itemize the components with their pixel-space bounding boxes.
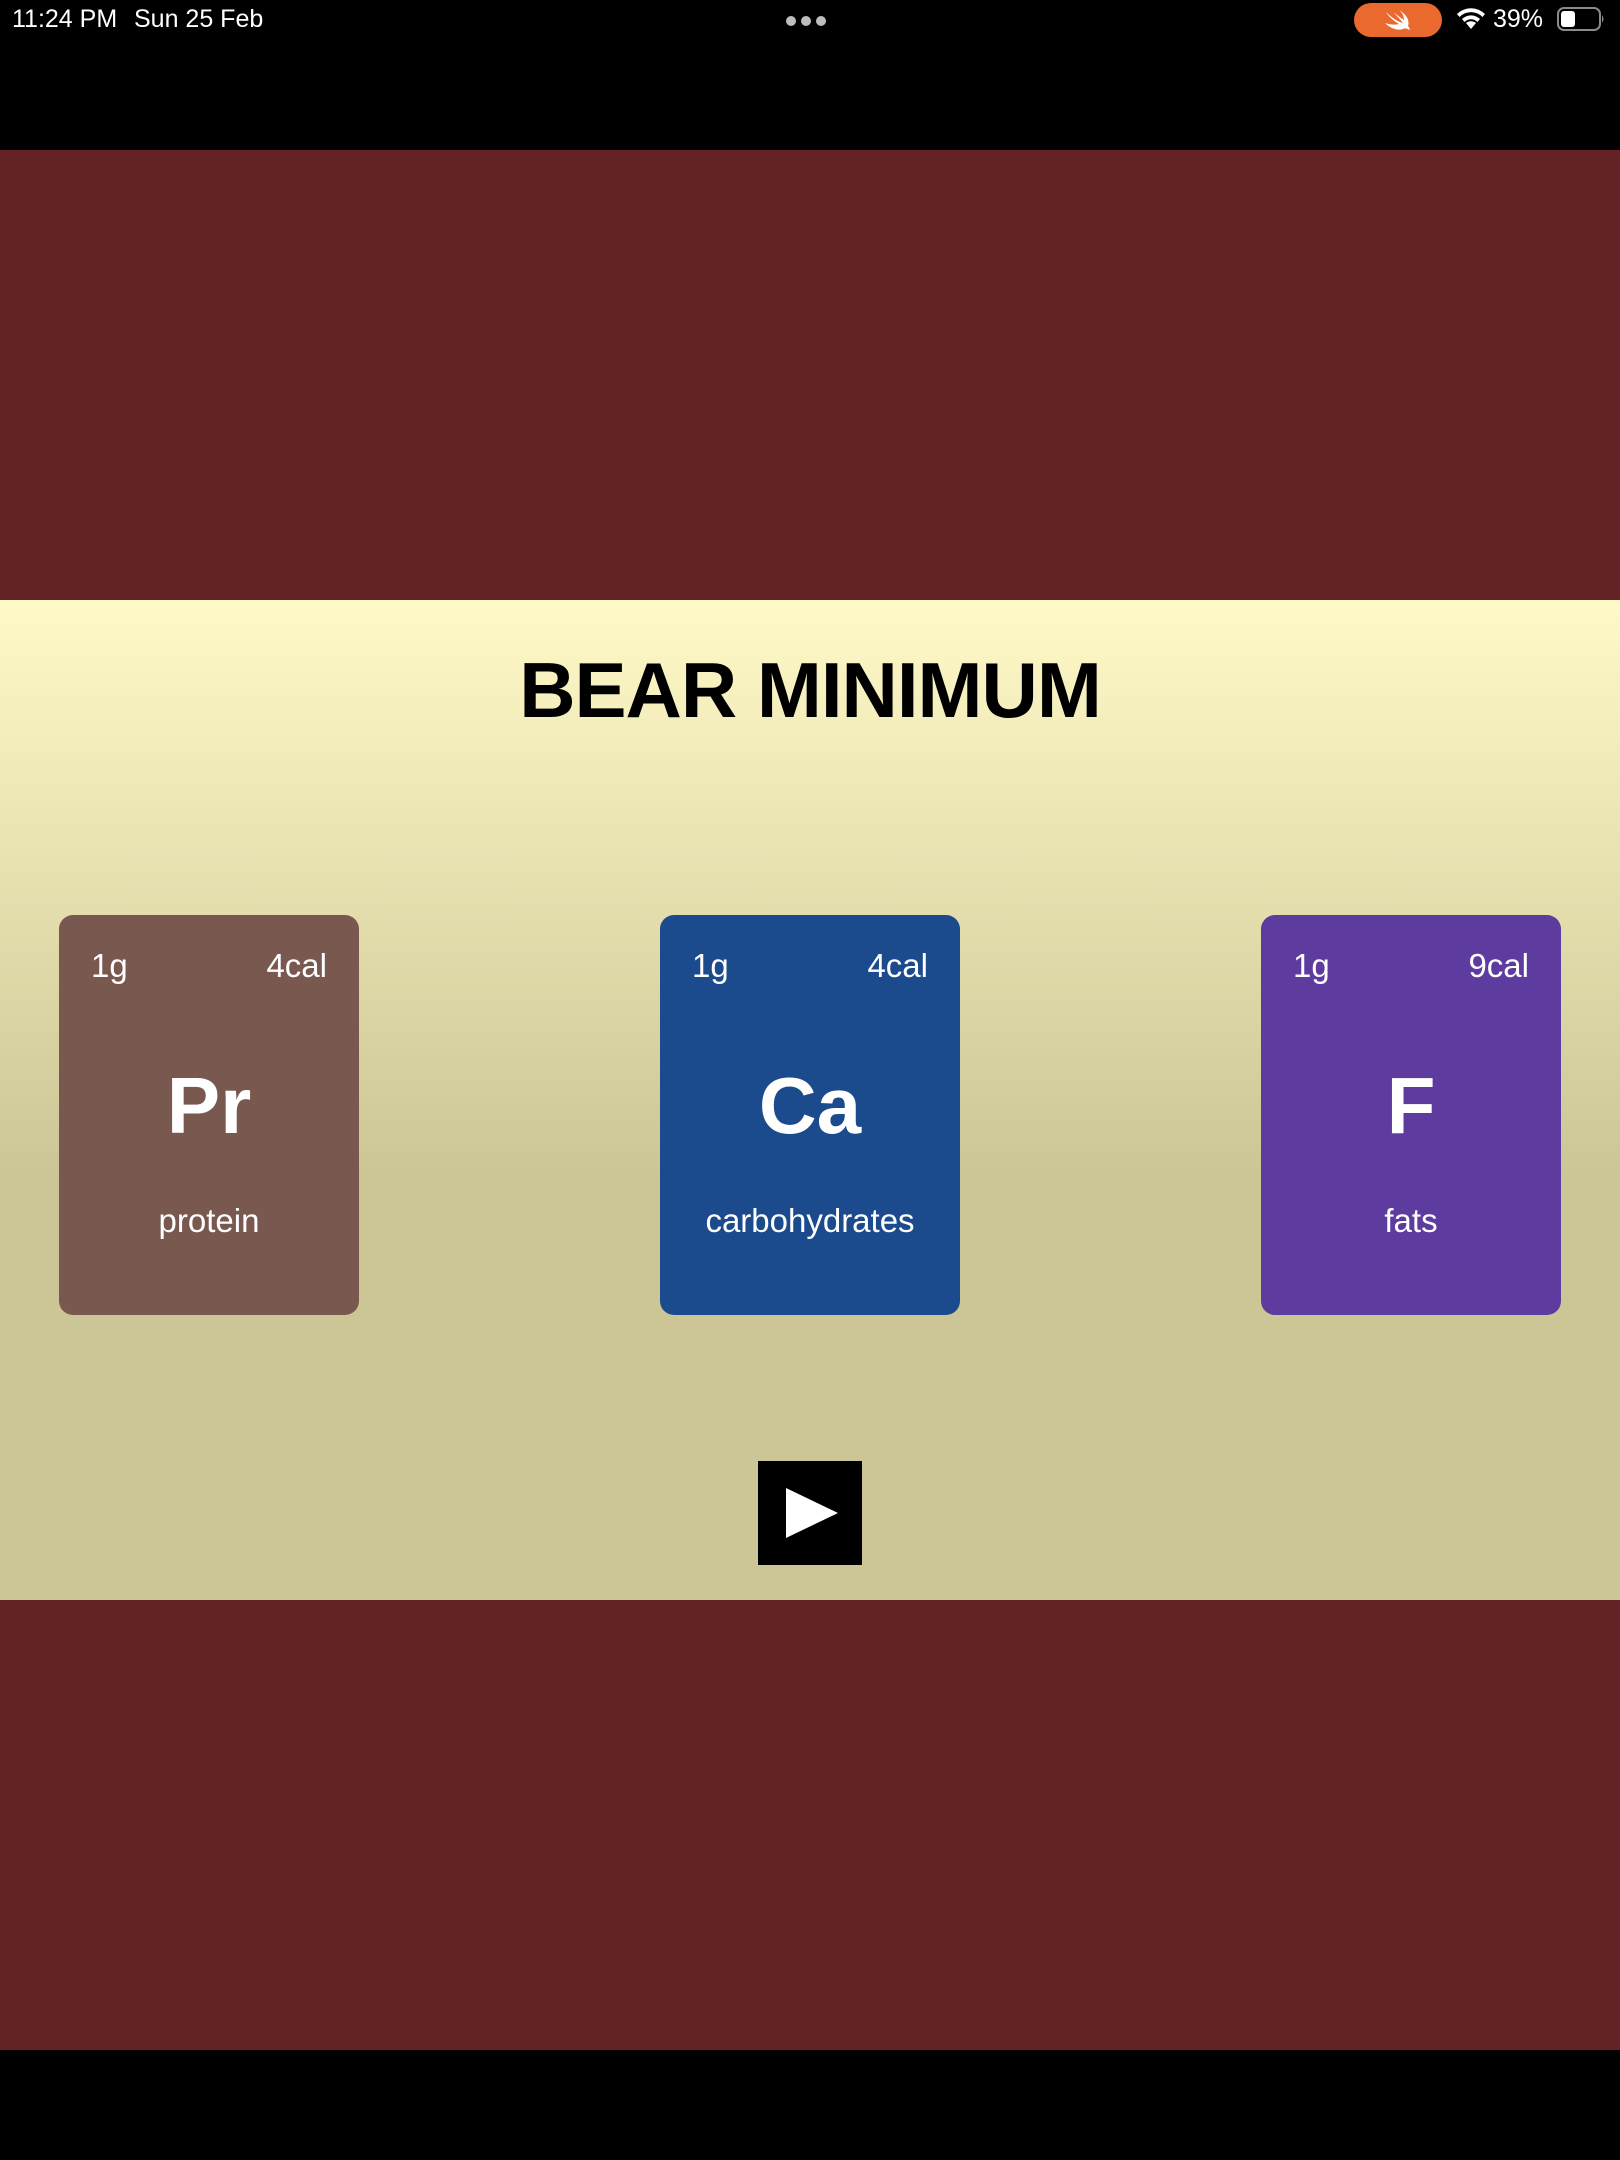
card-symbol: Ca	[758, 1061, 862, 1150]
card-calories: 4cal	[266, 947, 327, 984]
game-stage: BEAR MINIMUM 1g 4cal Pr protein 1g 4cal …	[0, 600, 1620, 1600]
macro-card-protein[interactable]: 1g 4cal Pr protein	[59, 915, 359, 1315]
battery-icon	[1557, 7, 1604, 31]
status-bar: 11:24 PM Sun 25 Feb 39%	[0, 0, 1620, 40]
bottom-banner	[0, 1600, 1620, 2050]
card-name: protein	[158, 1202, 260, 1239]
card-calories: 4cal	[867, 947, 928, 984]
status-date: Sun 25 Feb	[134, 5, 264, 33]
card-name: carbohydrates	[705, 1202, 915, 1239]
wifi-icon	[1457, 8, 1485, 29]
screen: 11:24 PM Sun 25 Feb 39% BEAR MINIMUM 1g …	[0, 0, 1620, 2160]
page-title: BEAR MINIMUM	[519, 646, 1102, 734]
play-button[interactable]	[758, 1461, 862, 1565]
battery-percent: 39%	[1493, 5, 1544, 33]
card-grams: 1g	[91, 947, 128, 984]
card-symbol: F	[1386, 1061, 1436, 1150]
card-grams: 1g	[692, 947, 729, 984]
card-symbol: Pr	[166, 1061, 252, 1150]
play-icon	[786, 1488, 838, 1538]
macro-card-fats[interactable]: 1g 9cal F fats	[1261, 915, 1561, 1315]
macro-card-carbohydrates[interactable]: 1g 4cal Ca carbohydrates	[660, 915, 960, 1315]
card-name: fats	[1384, 1202, 1438, 1239]
status-time: 11:24 PM	[12, 5, 118, 33]
swift-icon[interactable]	[1354, 3, 1442, 37]
swift-bird-icon	[1385, 10, 1410, 30]
top-banner	[0, 150, 1620, 600]
card-calories: 9cal	[1468, 947, 1529, 984]
multitask-dots-icon[interactable]	[786, 13, 834, 26]
card-grams: 1g	[1293, 947, 1330, 984]
